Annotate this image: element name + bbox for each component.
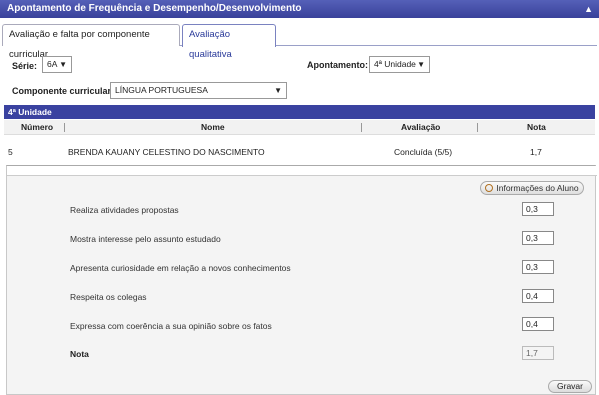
componente-value: LÍNGUA PORTUGUESA [115, 85, 208, 95]
student-info-label: Informações do Aluno [496, 183, 579, 193]
criterion-label: Realiza atividades propostas [70, 205, 179, 215]
collapse-icon[interactable]: ▲ [584, 0, 593, 18]
col-nota: Nota [527, 122, 546, 132]
save-button[interactable]: Gravar [548, 380, 592, 393]
chevron-down-icon: ▼ [274, 86, 282, 95]
column-divider [64, 123, 65, 132]
column-divider [361, 123, 362, 132]
componente-label: Componente curricular: [12, 86, 115, 96]
criterion-score-input[interactable]: 0,3 [522, 260, 554, 274]
unit-header: 4ª Unidade [4, 105, 595, 119]
row-nome: BRENDA KAUANY CELESTINO DO NASCIMENTO [68, 147, 265, 157]
window-titlebar: Apontamento de Frequência e Desempenho/D… [0, 0, 599, 18]
criterion-score-input[interactable]: 0,4 [522, 317, 554, 331]
table-row[interactable]: 5 BRENDA KAUANY CELESTINO DO NASCIMENTO … [4, 138, 595, 162]
col-avaliacao: Avaliação [401, 122, 441, 132]
student-info-button[interactable]: Informações do Aluno [480, 181, 584, 195]
criterion-label: Mostra interesse pelo assunto estudado [70, 234, 221, 244]
criterion-score-input[interactable]: 0,4 [522, 289, 554, 303]
tab-bar: Avaliação e falta por componente curricu… [2, 24, 597, 60]
col-nome: Nome [201, 122, 225, 132]
window-title: Apontamento de Frequência e Desempenho/D… [7, 3, 302, 14]
criterion-label: Expressa com coerência a sua opinião sob… [70, 321, 272, 331]
nota-label: Nota [70, 349, 89, 359]
chevron-down-icon: ▼ [59, 60, 67, 69]
chevron-down-icon: ▼ [417, 60, 425, 69]
criterion-label: Respeita os colegas [70, 292, 147, 302]
apontamento-label: Apontamento: [307, 60, 368, 70]
evaluation-panel [6, 165, 597, 395]
table-header: Número Nome Avaliação Nota [4, 120, 595, 135]
apontamento-select[interactable]: 4ª Unidade ▼ [369, 56, 430, 73]
row-avaliacao: Concluída (5/5) [394, 147, 453, 157]
serie-value: 6A [47, 59, 58, 69]
serie-select[interactable]: 6A ▼ [42, 56, 72, 73]
row-numero: 5 [8, 147, 13, 157]
row-nota: 1,7 [530, 147, 542, 157]
apontamento-value: 4ª Unidade [374, 59, 416, 69]
componente-select[interactable]: LÍNGUA PORTUGUESA ▼ [110, 82, 287, 99]
serie-label: Série: [12, 61, 38, 71]
col-numero: Número [21, 122, 54, 132]
tab-avaliacao-falta[interactable]: Avaliação e falta por componente curricu… [2, 24, 180, 60]
tab-avaliacao-qualitativa[interactable]: Avaliação qualitativa [182, 24, 276, 60]
criterion-score-input[interactable]: 0,3 [522, 202, 554, 216]
panel-divider [7, 166, 597, 176]
column-divider [477, 123, 478, 132]
magnifier-icon [485, 184, 494, 192]
criterion-score-input[interactable]: 0,3 [522, 231, 554, 245]
nota-total-field: 1,7 [522, 346, 554, 360]
criterion-label: Apresenta curiosidade em relação a novos… [70, 263, 291, 273]
